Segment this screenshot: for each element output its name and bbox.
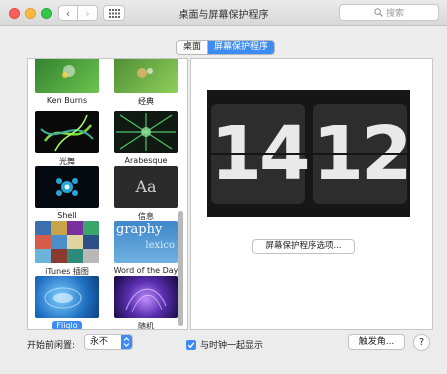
screensaver-tile-shell[interactable]: Shell xyxy=(32,166,102,220)
fliqlo-art xyxy=(44,287,82,309)
random-thumbnail xyxy=(114,276,178,318)
itunes-artwork-art xyxy=(35,221,99,263)
ken-burns-art xyxy=(62,65,75,78)
classic-thumbnail xyxy=(114,59,178,93)
updown-chevron-icon xyxy=(121,335,132,349)
screensaver-tile-itunes-artwork[interactable]: iTunes 插图 xyxy=(32,221,102,277)
bottom-controls: 开始前闲置: 永不 与时钟一起显示 触发角... ? xyxy=(0,333,447,357)
shell-thumbnail xyxy=(35,166,99,208)
word-of-the-day-thumbnail: graphy lexico xyxy=(114,221,178,263)
clock-hours: 14 xyxy=(210,103,310,204)
screensaver-tile-word-of-the-day[interactable]: graphy lexico Word of the Day xyxy=(111,221,181,275)
tab-desktop[interactable]: 桌面 xyxy=(177,41,208,54)
search-field[interactable]: 搜索 xyxy=(339,4,439,21)
clock-minutes: 12 xyxy=(312,103,412,204)
screensaver-options-button[interactable]: 屏幕保护程序选项... xyxy=(252,239,355,254)
screensaver-tile-classic[interactable]: 经典 xyxy=(111,59,181,107)
shell-art xyxy=(56,178,78,196)
screensaver-tile-fliqlo[interactable]: Fliqlo xyxy=(32,276,102,329)
screensaver-label: Arabesque xyxy=(124,156,168,165)
show-with-clock-label: 与时钟一起显示 xyxy=(200,341,264,351)
screensaver-label: 经典 xyxy=(138,97,154,106)
classic-art xyxy=(137,68,153,78)
flurry-art xyxy=(40,114,94,152)
tab-screensaver[interactable]: 屏幕保护程序 xyxy=(207,41,275,54)
preview-pane: 14 12 屏幕保护程序选项... xyxy=(190,58,433,330)
list-scrollbar[interactable] xyxy=(178,211,183,326)
help-button[interactable]: ? xyxy=(413,334,430,351)
fliqlo-clock-preview: 14 12 xyxy=(207,90,412,217)
screensaver-tile-message[interactable]: Aa 信息 xyxy=(111,166,181,222)
checkmark-icon xyxy=(186,339,196,350)
itunes-artwork-thumbnail xyxy=(35,221,99,263)
show-with-clock-checkbox[interactable]: 与时钟一起显示 xyxy=(186,338,263,351)
screensaver-tile-arabesque[interactable]: Arabesque xyxy=(111,111,181,165)
screensaver-label: 随机 xyxy=(138,322,154,330)
fliqlo-thumbnail xyxy=(35,276,99,318)
search-placeholder: 搜索 xyxy=(385,9,404,19)
word-sample-line1: graphy xyxy=(116,222,163,237)
hot-corners-button[interactable]: 触发角... xyxy=(348,334,405,350)
arabesque-art xyxy=(116,113,176,151)
word-sample-line2: lexico xyxy=(145,240,175,251)
screensaver-label-selected: Fliqlo xyxy=(52,321,82,329)
arabesque-thumbnail xyxy=(114,111,178,153)
title-bar: ‹ › 桌面与屏幕保护程序 搜索 xyxy=(0,0,447,26)
screensaver-tile-flurry[interactable]: 光舞 xyxy=(32,111,102,167)
search-icon xyxy=(374,8,383,17)
flurry-thumbnail xyxy=(35,111,99,153)
random-art xyxy=(125,288,167,313)
screensaver-list[interactable]: Ken Burns 经典 光舞 Arabesque Shell Aa 信息 iT… xyxy=(27,58,188,330)
screensaver-label: Ken Burns xyxy=(46,96,88,105)
ken-burns-thumbnail xyxy=(35,59,99,93)
screensaver-tile-ken-burns[interactable]: Ken Burns xyxy=(32,59,102,105)
idle-time-select[interactable]: 永不 xyxy=(84,334,133,350)
tab-switcher: 桌面 屏幕保护程序 xyxy=(176,40,276,55)
idle-time-value: 永不 xyxy=(90,337,109,347)
screensaver-label: Word of the Day xyxy=(113,266,179,275)
message-sample-text: Aa xyxy=(135,177,157,196)
screensaver-tile-random[interactable]: 随机 xyxy=(111,276,181,330)
screensaver-label: Shell xyxy=(57,211,77,220)
idle-label: 开始前闲置: xyxy=(27,341,76,351)
message-thumbnail: Aa xyxy=(114,166,178,208)
